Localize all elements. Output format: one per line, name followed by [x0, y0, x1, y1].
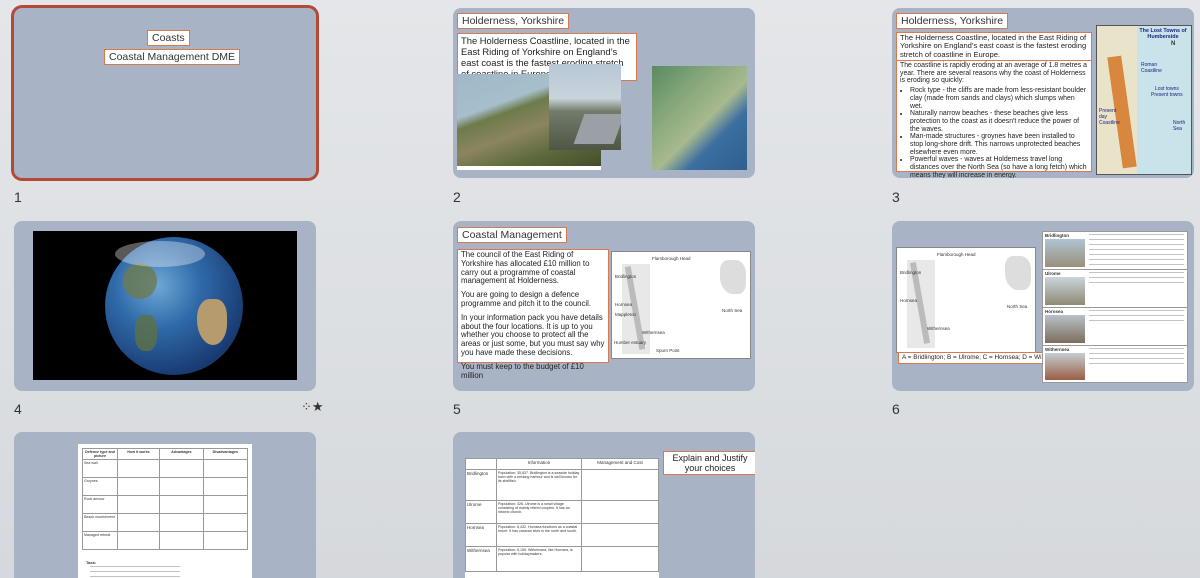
defence-table-document: Defence type and picture How it works Ad… — [78, 444, 252, 578]
slide-thumbnail-3[interactable]: Holderness, Yorkshire The Holderness Coa… — [892, 8, 1194, 178]
intro-text: The coastline is rapidly eroding at an a… — [900, 62, 1087, 85]
slide-title: Coastal Management — [457, 227, 567, 243]
paragraph: In your information pack you have detail… — [461, 312, 605, 357]
explain-title: Explain and Justify your choices — [663, 451, 755, 475]
present-coastline-label: Present day Coastline — [1099, 108, 1120, 126]
paragraph: You are going to design a defence progra… — [461, 290, 592, 308]
table-row: Bridlington Population: 35,837. Bridling… — [465, 469, 659, 501]
defence-table: Defence type and picture How it works Ad… — [82, 448, 249, 550]
slide-text-box: The council of the East Riding of Yorksh… — [457, 249, 609, 379]
north-label: N — [1171, 41, 1176, 47]
satellite-map — [652, 66, 747, 170]
slide-number: 3 — [892, 189, 900, 205]
slide-number: 1 — [14, 189, 22, 205]
slide-title: Holderness, Yorkshire — [457, 13, 570, 29]
present-towns-legend: Present towns — [1151, 92, 1183, 98]
task-label: Task: — [86, 560, 97, 565]
bullet-item: Powerful waves - waves at Holderness tra… — [910, 156, 1088, 178]
holderness-diagram-map: Flamborough Head Bridlington Hornsea Map… — [611, 251, 751, 359]
flamborough-label: Flamborough Head — [937, 252, 976, 257]
earth-image-frame — [33, 231, 297, 380]
withernsea-label: Withernsea — [642, 330, 665, 335]
roman-label: Roman Coastline — [1141, 62, 1162, 74]
location-row: Withernsea — [1043, 346, 1187, 382]
bullet-item: Naturally narrow beaches - these beaches… — [910, 110, 1088, 133]
paragraph: The council of the East Riding of Yorksh… — [461, 250, 590, 286]
table-row: Withernsea Population: 6,159. Withernsea… — [465, 546, 659, 572]
slide-title: Holderness, Yorkshire — [896, 13, 1009, 29]
north-sea-label: North Sea — [1007, 304, 1028, 309]
locations-info-table: Information Management and Cost Bridling… — [465, 458, 659, 578]
map-title: The Lost Towns of Humberside — [1139, 28, 1187, 40]
bullet-item: Rock type - the cliffs are made from les… — [910, 87, 1088, 110]
north-sea-label: North Sea — [1173, 120, 1186, 132]
slide-number: 6 — [892, 401, 900, 417]
slide-thumbnail-8[interactable]: Explain and Justify your choices Informa… — [453, 432, 755, 578]
slide-number: 5 — [453, 401, 461, 417]
location-row: Hornsea — [1043, 308, 1187, 346]
bullet-item: Man-made structures - groynes have been … — [910, 133, 1088, 156]
location-row: Bridlington — [1043, 232, 1187, 270]
slide-text: The Holderness Coastline, located in the… — [896, 32, 1092, 62]
slide-thumbnail-1[interactable]: Coasts Coastal Management DME — [14, 8, 316, 178]
slide-thumbnail-7[interactable]: Defence type and picture How it works Ad… — [14, 432, 316, 578]
slide-thumbnail-6[interactable]: Flamborough Head Bridlington Hornsea Wit… — [892, 221, 1194, 391]
mappleton-label: Mappleton — [615, 312, 637, 317]
slide-subtitle: Coastal Management DME — [104, 49, 241, 65]
slide-thumbnail-4[interactable] — [14, 221, 316, 391]
slide-title: Coasts — [147, 30, 190, 46]
holderness-diagram-map: Flamborough Head Bridlington Hornsea Wit… — [896, 247, 1036, 353]
slide-number: 4 — [14, 401, 22, 417]
withernsea-label: Withernsea — [927, 326, 950, 331]
slide-thumbnail-2[interactable]: Holderness, Yorkshire The Holderness Coa… — [453, 8, 755, 178]
slide-bullets-box: The coastline is rapidly eroding at an a… — [896, 60, 1092, 178]
north-sea-label: North Sea — [722, 308, 743, 313]
transition-star-icon[interactable]: ⁘★ — [301, 399, 324, 415]
lost-towns-map: The Lost Towns of Humberside N Roman Coa… — [1096, 25, 1192, 175]
table-row: Hornsea Population: 8,432. Hornsea funct… — [465, 523, 659, 547]
slide-number: 2 — [453, 189, 461, 205]
flamborough-label: Flamborough Head — [652, 256, 691, 261]
location-row: Ulrome — [1043, 270, 1187, 308]
paragraph: You must keep to the budget of £10 milli… — [461, 361, 584, 380]
table-row: Ulrome Population: 326. Ulrome is a smal… — [465, 500, 659, 524]
hornsea-label: Hornsea — [615, 302, 633, 307]
spurn-label: Spurn Point — [656, 348, 680, 353]
earth-globe — [105, 237, 243, 375]
erosion-photo — [549, 64, 621, 150]
slide-thumbnail-5[interactable]: Coastal Management The council of the Ea… — [453, 221, 755, 391]
locations-table: Bridlington Ulrome Hornsea Withernsea — [1042, 231, 1188, 383]
bridlington-label: Bridlington — [615, 274, 637, 279]
bridlington-label: Bridlington — [900, 270, 922, 275]
humber-label: Humber estuary — [614, 340, 647, 345]
hornsea-label: Hornsea — [900, 298, 918, 303]
